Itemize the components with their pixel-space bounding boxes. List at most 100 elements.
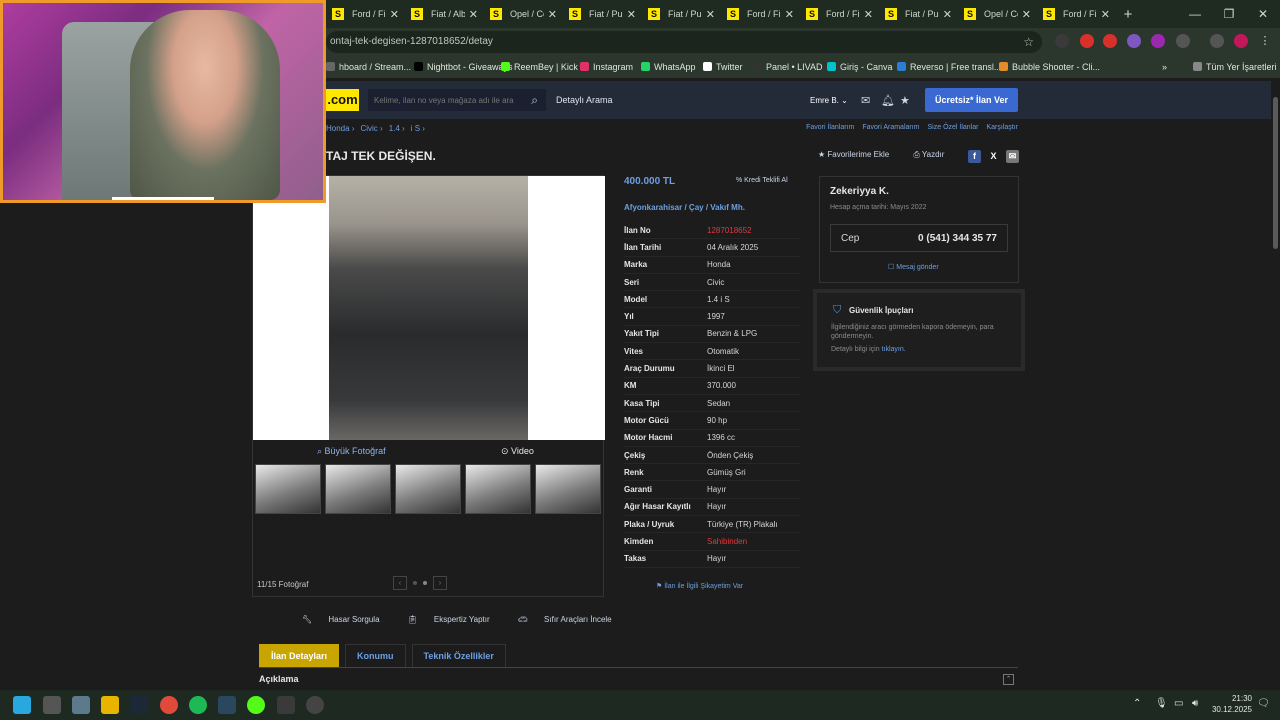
kick-icon[interactable] xyxy=(247,696,265,714)
search-input[interactable] xyxy=(368,89,518,111)
volume-icon[interactable]: 🔊︎ xyxy=(1192,698,1198,709)
notification-icon[interactable]: 🗨︎ xyxy=(1257,698,1270,709)
bookmark-item[interactable]: hboard / Stream... xyxy=(326,56,411,78)
scrollbar-thumb[interactable] xyxy=(1273,97,1278,249)
mail-icon[interactable]: ✉ xyxy=(861,94,870,107)
detail-tab[interactable]: Konumu xyxy=(345,644,406,668)
thumbnail[interactable] xyxy=(465,464,531,514)
browser-tab[interactable]: S Fiat / Pu ✕ xyxy=(563,0,642,28)
seller-name[interactable]: Zekeriyya K. xyxy=(830,186,889,197)
file-explorer-icon[interactable] xyxy=(101,696,119,714)
close-tab-icon[interactable]: ✕ xyxy=(469,8,478,21)
bookmark-item[interactable]: WhatsApp xyxy=(641,56,696,78)
detail-tab[interactable]: Teknik Özellikler xyxy=(411,644,506,668)
chrome-icon[interactable] xyxy=(160,696,178,714)
close-tab-icon[interactable]: ✕ xyxy=(864,8,873,21)
tool-link[interactable]: 🚗︎ Sıfır Araçları İncele xyxy=(518,615,626,624)
profile-avatar-icon[interactable] xyxy=(1234,34,1248,48)
detail-tab[interactable]: İlan Detayları xyxy=(259,644,340,668)
browser-tab[interactable]: S Fiat / Alb ✕ xyxy=(405,0,484,28)
add-favorite-link[interactable]: ★ Favorilerime Ekle xyxy=(818,150,889,159)
bookmark-item[interactable]: Reverso | Free transl... xyxy=(897,56,1001,78)
tool-link[interactable]: 🔧︎ Hasar Sorgula xyxy=(302,615,394,624)
url-field[interactable]: ontaj-tek-degisen-1287018652/detay ☆ xyxy=(326,31,1042,53)
close-tab-icon[interactable]: ✕ xyxy=(785,8,794,21)
video-tab[interactable]: ⊙ Video xyxy=(501,446,534,457)
settings-icon[interactable] xyxy=(72,696,90,714)
new-tab-button[interactable]: + xyxy=(1116,6,1140,23)
facebook-icon[interactable]: f xyxy=(968,150,981,163)
close-tab-icon[interactable]: ✕ xyxy=(548,8,557,21)
print-icon[interactable]: ⎙ xyxy=(913,150,919,159)
bookmark-item[interactable]: Twitter xyxy=(703,56,743,78)
top-link[interactable]: Karşılaştır xyxy=(986,124,1018,131)
thumbnail[interactable] xyxy=(535,464,601,514)
bookmark-item[interactable]: Tüm Yer İşaretleri xyxy=(1193,56,1277,78)
post-listing-button[interactable]: Ücretsiz* İlan Ver xyxy=(925,88,1018,112)
close-tab-icon[interactable]: ✕ xyxy=(627,8,636,21)
thumbnail[interactable] xyxy=(395,464,461,514)
tool-link[interactable]: 📋︎ Ekspertiz Yaptır xyxy=(408,615,504,624)
bookmark-item[interactable]: Nightbot - Giveaways xyxy=(414,56,513,78)
close-tab-icon[interactable]: ✕ xyxy=(390,8,399,21)
breadcrumb-item[interactable]: Civic › xyxy=(360,124,382,133)
top-link[interactable]: Size Özel İlanlar xyxy=(928,124,979,131)
extension-icon[interactable] xyxy=(1151,34,1165,48)
browser-tab[interactable]: S Ford / Fi ✕ xyxy=(721,0,800,28)
site-logo[interactable]: .com xyxy=(326,89,359,111)
collapse-icon[interactable]: ⌃ xyxy=(1003,674,1014,685)
next-arrow-icon[interactable]: › xyxy=(433,576,447,590)
close-tab-icon[interactable]: ✕ xyxy=(1101,8,1110,21)
credit-offer-link[interactable]: % Kredi Teklifi Al xyxy=(736,177,788,184)
restore-icon[interactable]: ❐ xyxy=(1212,0,1246,28)
browser-tab[interactable]: S Opel / Co ✕ xyxy=(484,0,563,28)
main-photo[interactable] xyxy=(253,176,605,440)
extension-icon[interactable] xyxy=(1127,34,1141,48)
steam-icon[interactable] xyxy=(130,696,148,714)
more-bookmarks-icon[interactable]: » xyxy=(1162,56,1167,78)
bell-icon[interactable]: 🔔︎ xyxy=(881,94,895,107)
complaint-link[interactable]: ⚑ İlan ile İlgili Şikayetim Var xyxy=(656,582,743,590)
spotify-icon[interactable] xyxy=(189,696,207,714)
breadcrumb-item[interactable]: Honda › xyxy=(326,124,354,133)
browser-tab[interactable]: S Opel / Co ✕ xyxy=(958,0,1037,28)
browser-tab[interactable]: S Fiat / Pu ✕ xyxy=(879,0,958,28)
extension-icon[interactable] xyxy=(1055,34,1069,48)
user-menu[interactable]: Emre B. ⌄ xyxy=(810,96,848,105)
extension-icon[interactable] xyxy=(1103,34,1117,48)
top-link[interactable]: Favori Aramalarım xyxy=(862,124,919,131)
x-twitter-icon[interactable]: X xyxy=(987,150,1000,163)
close-window-icon[interactable]: ✕ xyxy=(1246,0,1280,28)
browser-tab[interactable]: S Ford / Fi ✕ xyxy=(800,0,879,28)
chevron-up-icon[interactable]: ⌃ xyxy=(1133,698,1141,709)
bookmark-item[interactable]: Panel • LIVAD xyxy=(753,56,823,78)
location[interactable]: Afyonkarahisar / Çay / Vakıf Mh. xyxy=(624,203,745,212)
thumbnail[interactable] xyxy=(255,464,321,514)
browser-tab[interactable]: S Ford / Fi ✕ xyxy=(326,0,405,28)
bookmark-item[interactable]: Giriş - Canva xyxy=(827,56,893,78)
star-icon[interactable]: ★ xyxy=(900,94,910,107)
menu-dots-icon[interactable]: ⋮ xyxy=(1258,34,1272,48)
task-view-icon[interactable] xyxy=(43,696,61,714)
close-tab-icon[interactable]: ✕ xyxy=(943,8,952,21)
big-photo-tab[interactable]: ⌕ Büyük Fotoğraf xyxy=(317,446,386,457)
start-icon[interactable] xyxy=(13,696,31,714)
bookmark-item[interactable]: Instagram xyxy=(580,56,633,78)
prev-arrow-icon[interactable]: ‹ xyxy=(393,576,407,590)
breadcrumb-item[interactable]: i S › xyxy=(411,124,425,133)
bookmark-star-icon[interactable]: ☆ xyxy=(1023,31,1034,53)
search-icon[interactable]: ⌕ xyxy=(531,93,538,108)
steam-icon[interactable] xyxy=(218,696,236,714)
detailed-search-link[interactable]: Detaylı Arama xyxy=(556,95,613,105)
search-box[interactable]: ⌕ xyxy=(368,89,546,111)
puzzle-icon[interactable] xyxy=(1176,34,1190,48)
thumbnail[interactable] xyxy=(325,464,391,514)
security-more-link[interactable]: tıklayın. xyxy=(882,346,906,353)
close-tab-icon[interactable]: ✕ xyxy=(706,8,715,21)
page-dot[interactable] xyxy=(413,581,417,585)
app-icon[interactable] xyxy=(306,696,324,714)
minimize-icon[interactable]: — xyxy=(1178,0,1212,28)
microphone-icon[interactable]: 🎙︎ xyxy=(1155,698,1168,709)
xbox-icon[interactable] xyxy=(277,696,295,714)
browser-tab[interactable]: S Ford / Fi ✕ xyxy=(1037,0,1116,28)
